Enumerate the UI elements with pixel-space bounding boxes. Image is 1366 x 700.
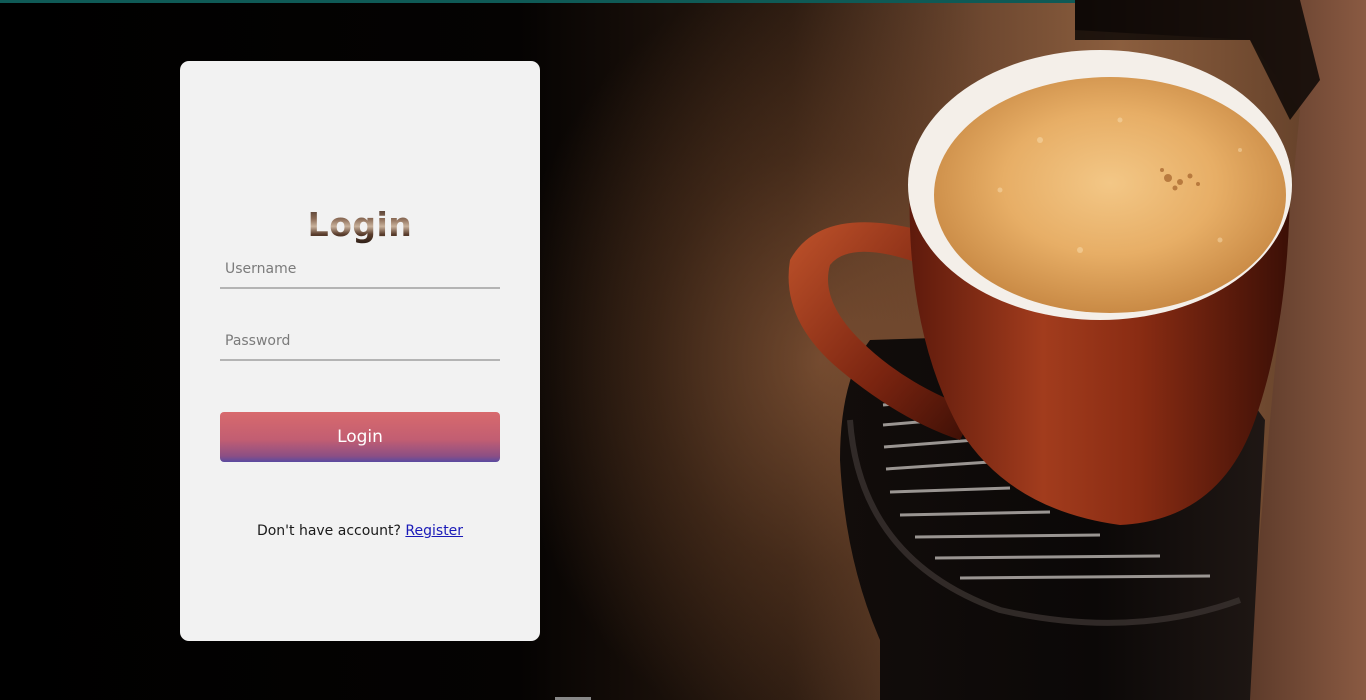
- login-button[interactable]: Login: [220, 412, 500, 462]
- login-card: Login Login Don't have account? Register: [180, 61, 540, 641]
- login-page: Login Login Don't have account? Register: [0, 0, 1366, 700]
- login-title: Login: [180, 205, 540, 244]
- register-link[interactable]: Register: [405, 523, 463, 539]
- register-prompt-text: Don't have account?: [256, 523, 401, 539]
- username-input[interactable]: [220, 251, 500, 289]
- register-prompt-line: Don't have account? Register: [180, 523, 540, 539]
- password-input[interactable]: [220, 323, 500, 361]
